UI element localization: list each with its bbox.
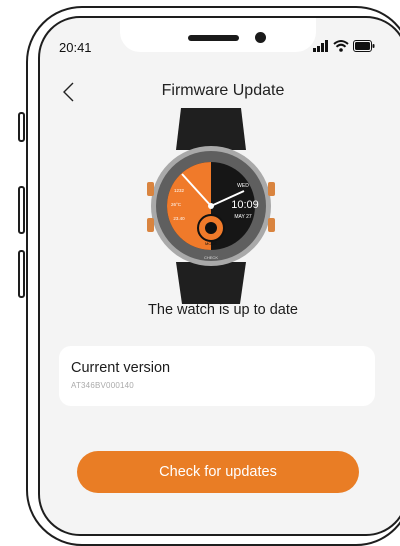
watch-bottom-label: CHECK xyxy=(204,255,218,260)
side-button-mute xyxy=(18,112,25,142)
watch-day: WED xyxy=(237,183,249,189)
watch-center-label: MODE xyxy=(205,241,217,246)
notch xyxy=(120,18,316,52)
side-button-volume-up xyxy=(18,186,25,234)
phone-screen: 20:41 Firmware Update 10:09 WED MAY 27 1… xyxy=(38,16,400,536)
status-time: 20:41 xyxy=(59,40,92,55)
signal-icon xyxy=(313,40,328,52)
check-updates-button[interactable]: Check for updates xyxy=(77,451,359,493)
camera xyxy=(255,32,266,43)
status-icons xyxy=(313,38,383,54)
watch-time: 10:09 xyxy=(231,199,259,211)
side-button-volume-down xyxy=(18,250,25,298)
version-label: Current version xyxy=(71,360,171,376)
watch-image: 10:09 WED MAY 27 1232 26°C 23.40 MODE CH… xyxy=(147,108,275,304)
watch-left-value-2: 26°C xyxy=(171,202,182,207)
nav-bar: Firmware Update xyxy=(40,78,400,108)
page-title: Firmware Update xyxy=(161,82,285,99)
watch-left-value-1: 1232 xyxy=(174,188,185,193)
version-value: AT346BV000140 xyxy=(71,381,134,390)
wifi-icon xyxy=(333,40,349,52)
version-card: Current version AT346BV000140 xyxy=(59,346,375,406)
battery-icon xyxy=(353,40,375,52)
update-status: The watch is up to date xyxy=(148,302,298,318)
watch-left-value-3: 23.40 xyxy=(173,216,185,221)
watch-date: MAY 27 xyxy=(234,214,252,220)
speaker xyxy=(188,35,239,41)
